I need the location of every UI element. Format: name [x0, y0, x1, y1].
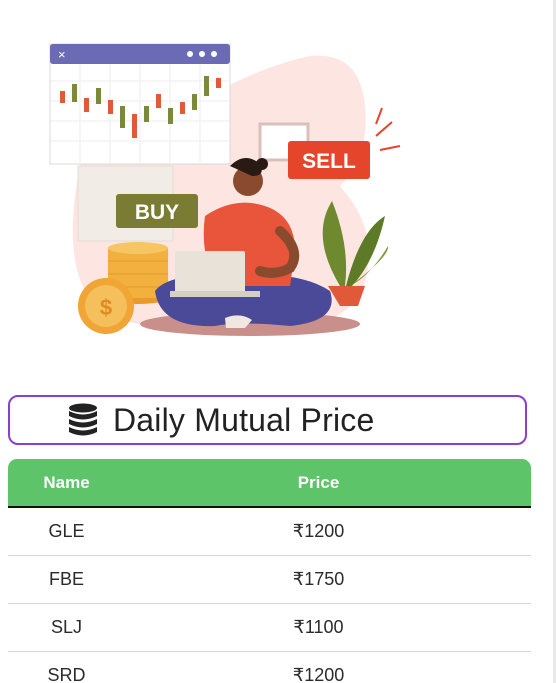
price-table: Name Price GLE ₹1200 FBE ₹1750 SLJ ₹1100…: [8, 459, 531, 683]
table-header: Name Price: [8, 459, 531, 508]
table-row: FBE ₹1750: [8, 556, 531, 604]
page: × SELL BUY $ Daily Mutual Price Name Pri…: [0, 0, 556, 683]
svg-text:×: ×: [58, 47, 66, 62]
trading-illustration: × SELL BUY $: [49, 43, 401, 336]
row-name: SLJ: [50, 617, 83, 637]
row-name: GLE: [48, 521, 85, 541]
table-row: SRD ₹1200: [8, 652, 531, 683]
page-title: Daily Mutual Price: [113, 401, 375, 438]
row-price: ₹1100: [293, 617, 344, 637]
sell-label: SELL: [302, 150, 356, 173]
row-name: FBE: [48, 569, 84, 589]
column-header-price: Price: [297, 472, 340, 492]
row-price: ₹1750: [292, 569, 345, 589]
row-price: ₹1200: [292, 521, 345, 541]
table-row: SLJ ₹1100: [8, 604, 531, 652]
table-row: GLE ₹1200: [8, 508, 531, 556]
buy-label: BUY: [135, 201, 179, 224]
column-header-name: Name: [43, 472, 90, 492]
database-icon: [69, 403, 97, 436]
title-card: Daily Mutual Price: [8, 395, 527, 445]
row-price: ₹1200: [292, 665, 345, 683]
row-name: SRD: [47, 665, 86, 683]
svg-text:$: $: [100, 295, 112, 320]
